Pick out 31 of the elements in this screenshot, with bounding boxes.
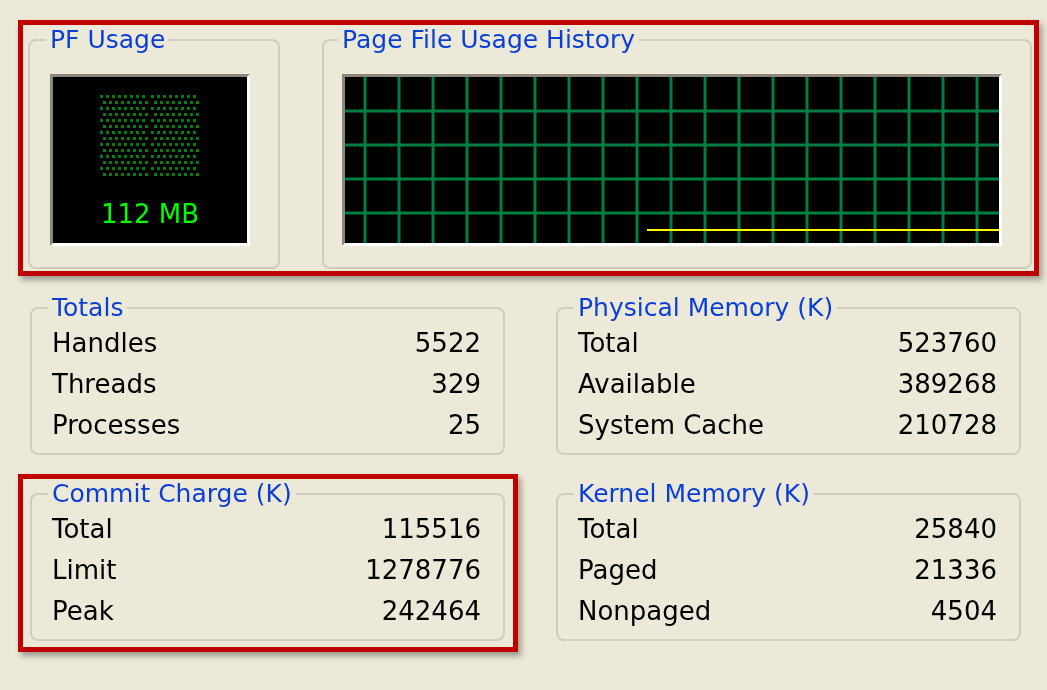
- stat-label: Limit: [52, 554, 117, 585]
- stat-value: 115516: [381, 513, 481, 544]
- stat-label: System Cache: [578, 409, 765, 440]
- stat-label: Threads: [52, 368, 157, 399]
- stat-value: 389268: [897, 368, 997, 399]
- stat-value: 25: [447, 409, 481, 440]
- group-title: Physical Memory (K): [577, 293, 835, 322]
- group-title: Totals: [51, 293, 125, 322]
- stat-value: 242464: [381, 595, 481, 626]
- group-title: Kernel Memory (K): [577, 479, 811, 508]
- stat-label: Total: [578, 327, 639, 358]
- stat-value: 210728: [897, 409, 997, 440]
- stat-label: Available: [578, 368, 696, 399]
- stat-label: Peak: [52, 595, 114, 626]
- stat-value: 523760: [897, 327, 997, 358]
- group-title: PF Usage: [49, 25, 167, 54]
- stat-value: 25840: [914, 513, 997, 544]
- stat-label: Handles: [52, 327, 158, 358]
- stat-value: 5522: [414, 327, 481, 358]
- stat-label: Processes: [52, 409, 181, 440]
- stat-value: 21336: [914, 554, 997, 585]
- usage-reading: 112 MB: [100, 198, 200, 229]
- group-title: Commit Charge (K): [51, 479, 293, 508]
- group-title: Page File Usage History: [341, 25, 637, 54]
- stat-value: 1278776: [365, 554, 481, 585]
- stat-value: 4504: [930, 595, 997, 626]
- stat-value: 329: [431, 368, 481, 399]
- stat-label: Paged: [578, 554, 658, 585]
- stat-label: Nonpaged: [578, 595, 712, 626]
- stat-label: Total: [52, 513, 113, 544]
- stat-label: Total: [578, 513, 639, 544]
